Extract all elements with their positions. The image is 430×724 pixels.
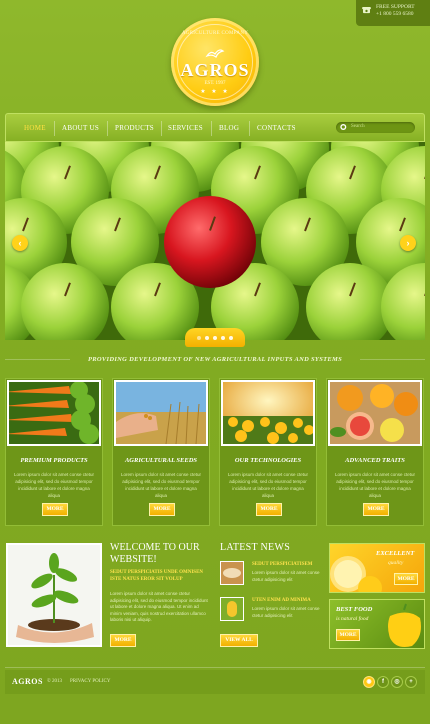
card-desc: Lorem ipsum dolor sit amet conse ctetur … xyxy=(334,472,416,498)
logo-stars: ★ ★ ★ xyxy=(200,89,230,95)
slider-dot[interactable] xyxy=(205,336,209,340)
nav-about-us[interactable]: ABOUT US xyxy=(62,124,99,132)
hero-slider[interactable]: ‹ › xyxy=(5,142,425,340)
search-placeholder: Search xyxy=(351,124,365,129)
seedling-image xyxy=(6,543,102,647)
search-icon[interactable] xyxy=(339,123,347,131)
logo-est: EST. 1997 xyxy=(204,81,226,86)
news-text: Lorem ipsum dolor sit amet conse ctetur … xyxy=(252,606,320,618)
card-title: AGRICULTURAL SEEDS xyxy=(124,457,198,464)
next-slide-button[interactable]: › xyxy=(400,235,416,251)
camera-icon[interactable]: ◎ xyxy=(391,676,403,688)
more-button[interactable]: MORE xyxy=(256,503,282,516)
card-title: ADVANCED TRAITS xyxy=(345,457,405,464)
card-advanced-traits: ADVANCED TRAITS Lorem ipsum dolor sit am… xyxy=(326,378,424,526)
citrus-image xyxy=(328,380,422,446)
bird-icon xyxy=(205,49,225,58)
slider-dot[interactable] xyxy=(221,336,225,340)
news-item[interactable]: SEDUT PERSPICIATISEM Lorem ipsum dolor s… xyxy=(220,561,322,589)
nav-blog[interactable]: BLOG xyxy=(219,124,239,132)
privacy-policy-link[interactable]: PRIVACY POLICY xyxy=(70,679,110,684)
footer-copyright: © 2013 xyxy=(47,679,63,684)
slider-dot[interactable] xyxy=(213,336,217,340)
promo-best-food[interactable]: BEST FOOD is natural food MORE xyxy=(329,599,425,649)
apple-graphic xyxy=(164,196,256,288)
nav-products[interactable]: PRODUCTS xyxy=(115,124,154,132)
news-headline[interactable]: UTEN ENIM AD MINIMA xyxy=(252,598,324,603)
welcome-text: Lorem ipsum dolor sit amet conse ctetur … xyxy=(110,591,208,622)
card-agricultural-seeds: AGRICULTURAL SEEDS Lorem ipsum dolor sit… xyxy=(112,378,210,526)
nav-home[interactable]: HOME xyxy=(24,124,46,132)
card-title: OUR TECHNOLOGIES xyxy=(234,457,302,464)
promo-subtitle: quality xyxy=(388,560,404,566)
chevron-right-icon: › xyxy=(406,238,410,248)
sunflowers-image xyxy=(221,380,315,446)
card-premium-products: PREMIUM PRODUCTS Lorem ipsum dolor sit a… xyxy=(5,378,103,526)
promo-more-button[interactable]: MORE xyxy=(394,573,418,585)
plus-icon[interactable]: + xyxy=(405,676,417,688)
slider-dot[interactable] xyxy=(197,336,201,340)
news-headline[interactable]: SEDUT PERSPICIATISEM xyxy=(252,562,324,567)
more-button[interactable]: MORE xyxy=(42,503,68,516)
seeds-image xyxy=(114,380,208,446)
carrots-image xyxy=(7,380,101,446)
footer-brand: AGROS xyxy=(12,677,43,686)
support-phone: +1 800 559 6580 xyxy=(376,11,414,17)
slider-dot[interactable] xyxy=(229,336,233,340)
news-thumb xyxy=(220,597,244,621)
promo-excellent-quality[interactable]: EXCELLENT quality MORE xyxy=(329,543,425,593)
card-desc: Lorem ipsum dolor sit amet conse ctetur … xyxy=(13,472,95,498)
promo-title: BEST FOOD xyxy=(336,606,373,613)
slider-pagination xyxy=(185,328,245,347)
promo-more-button[interactable]: MORE xyxy=(336,629,360,641)
welcome-subtitle: SEDUT PERSPICIATIS UNDE OMNISEN ISTE NAT… xyxy=(110,570,204,582)
footer xyxy=(5,670,425,694)
news-thumb xyxy=(220,561,244,585)
facebook-icon[interactable]: f xyxy=(377,676,389,688)
news-text: Lorem ipsum dolor sit amet conse ctetur … xyxy=(252,570,320,582)
news-title: LATEST NEWS xyxy=(220,542,291,553)
apples-image xyxy=(5,142,425,340)
more-button[interactable]: MORE xyxy=(363,503,389,516)
welcome-title: WELCOME TO OUR WEBSITE! xyxy=(110,542,200,565)
support-label: FREE SUPPORT xyxy=(376,4,415,10)
nav-services[interactable]: SERVICES xyxy=(168,124,203,132)
card-desc: Lorem ipsum dolor sit amet conse ctetur … xyxy=(227,472,309,498)
logo-tagline: AGRICULTURE COMPANY xyxy=(181,31,249,36)
logo-name: AGROS xyxy=(180,60,250,80)
chevron-left-icon: ‹ xyxy=(18,238,22,248)
search-input[interactable]: Search xyxy=(336,122,415,133)
logo[interactable]: AGRICULTURE COMPANY AGROS EST. 1997 ★ ★ … xyxy=(171,18,259,106)
promo-subtitle: is natural food xyxy=(336,616,369,622)
welcome-more-button[interactable]: MORE xyxy=(110,634,136,647)
card-our-technologies: OUR TECHNOLOGIES Lorem ipsum dolor sit a… xyxy=(219,378,317,526)
rss-icon[interactable]: ◉ xyxy=(363,676,375,688)
tagline: PROVIDING DEVELOPMENT OF NEW AGRICULTURA… xyxy=(70,356,360,363)
promo-title: EXCELLENT xyxy=(376,550,415,557)
view-all-button[interactable]: VIEW ALL xyxy=(220,634,258,647)
phone-icon xyxy=(362,7,371,14)
news-item[interactable]: UTEN ENIM AD MINIMA Lorem ipsum dolor si… xyxy=(220,597,322,625)
more-button[interactable]: MORE xyxy=(149,503,175,516)
card-desc: Lorem ipsum dolor sit amet conse ctetur … xyxy=(120,472,202,498)
support-badge: FREE SUPPORT +1 800 559 6580 xyxy=(356,0,430,26)
nav-contacts[interactable]: CONTACTS xyxy=(257,124,296,132)
prev-slide-button[interactable]: ‹ xyxy=(12,235,28,251)
card-title: PREMIUM PRODUCTS xyxy=(20,457,88,464)
